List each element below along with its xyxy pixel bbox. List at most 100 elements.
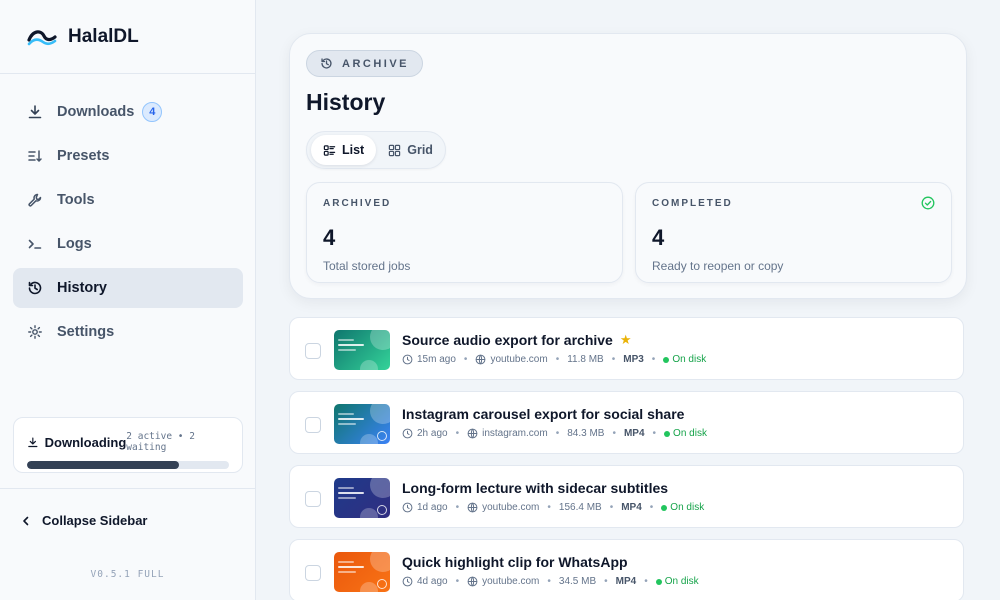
stat-value: 4 xyxy=(323,225,336,250)
job-time: 4d ago xyxy=(417,576,448,587)
gear-icon xyxy=(27,324,43,340)
sidebar-item-tools[interactable]: Tools xyxy=(13,180,243,220)
terminal-icon xyxy=(27,236,43,252)
view-grid-button[interactable]: Grid xyxy=(376,135,445,165)
globe-icon xyxy=(467,576,478,587)
job-source: instagram.com xyxy=(482,428,548,439)
job-title: Instagram carousel export for social sha… xyxy=(402,406,684,422)
job-size: 156.4 MB xyxy=(558,502,602,513)
sidebar-item-label: History xyxy=(57,280,107,296)
job-select-checkbox[interactable] xyxy=(305,417,321,433)
job-row[interactable]: Instagram carousel export for social sha… xyxy=(289,391,964,454)
job-title-text: Source audio export for archive xyxy=(402,332,613,348)
preset-list-icon xyxy=(27,148,43,164)
globe-icon xyxy=(476,354,486,365)
stat-label: ARCHIVED xyxy=(323,198,392,209)
job-format: MP3 xyxy=(623,354,644,365)
job-format: MP4 xyxy=(623,428,645,439)
job-size: 84.3 MB xyxy=(567,428,605,439)
job-time: 15m ago xyxy=(417,354,456,365)
grid-view-icon xyxy=(389,144,401,156)
sidebar-item-label: Presets xyxy=(57,148,110,164)
page-title: History xyxy=(306,89,386,115)
downloading-label: Downloading xyxy=(44,434,127,450)
sidebar-item-label: Settings xyxy=(57,324,115,340)
job-time: 1d ago xyxy=(417,502,448,513)
wave-logo-icon xyxy=(27,29,57,45)
job-metadata: 2h ago • instagram.com • 84.3 MB • MP4 • On disk xyxy=(402,428,707,439)
chevron-left-icon xyxy=(23,516,29,525)
download-icon xyxy=(28,437,38,447)
job-metadata: 15m ago • youtube.com • 11.8 MB • MP3 • On disk xyxy=(402,354,706,365)
job-format: MP4 xyxy=(621,502,642,513)
stat-label: COMPLETED xyxy=(652,198,733,209)
clock-icon xyxy=(402,576,413,587)
globe-icon xyxy=(467,502,478,513)
job-status: On disk xyxy=(661,502,704,513)
job-time: 2h ago xyxy=(417,428,448,439)
job-metadata: 4d ago • youtube.com • 34.5 MB • MP4 • On disk xyxy=(402,576,699,587)
sidebar: HalalDL Downloads 4 Presets Tools Logs H… xyxy=(0,0,256,600)
job-row[interactable]: Source audio export for archive ★ 15m ago •… xyxy=(289,317,964,380)
job-row[interactable]: Long-form lecture with sidecar subtitles… xyxy=(289,465,964,528)
app-name: HalalDL xyxy=(68,25,139,47)
job-format: MP4 xyxy=(615,576,637,587)
job-title-text: Long-form lecture with sidecar subtitles xyxy=(402,480,669,496)
history-icon xyxy=(27,280,43,296)
collapse-sidebar-button[interactable]: Collapse Sidebar xyxy=(0,488,255,552)
job-select-checkbox[interactable] xyxy=(305,565,321,581)
view-list-button[interactable]: List xyxy=(311,135,377,165)
job-source: youtube.com xyxy=(482,502,540,513)
completed-indicator-icon xyxy=(377,431,387,441)
brand[interactable]: HalalDL xyxy=(0,0,255,74)
job-size: 11.8 MB xyxy=(567,354,604,365)
job-title: Source audio export for archive ★ xyxy=(402,332,632,348)
download-progress-fill xyxy=(27,461,179,469)
view-mode-toggle: List Grid xyxy=(306,131,446,169)
archive-eyebrow: ARCHIVE xyxy=(306,50,424,77)
stat-card-completed: COMPLETED 4 Ready to reopen or copy xyxy=(635,182,952,283)
history-icon xyxy=(321,58,332,69)
globe-icon xyxy=(467,428,478,439)
sidebar-item-label: Downloads xyxy=(57,104,135,120)
sidebar-item-downloads[interactable]: Downloads 4 xyxy=(13,92,243,132)
job-thumbnail xyxy=(334,404,390,444)
job-thumbnail xyxy=(334,552,390,592)
wrench-icon xyxy=(27,192,43,208)
job-title-text: Instagram carousel export for social sha… xyxy=(402,406,685,422)
download-icon xyxy=(27,104,43,120)
view-list-label: List xyxy=(342,143,365,157)
job-thumbnail xyxy=(334,330,390,370)
sidebar-item-settings[interactable]: Settings xyxy=(13,312,243,352)
job-source: youtube.com xyxy=(490,354,548,365)
eyebrow-label: ARCHIVE xyxy=(342,57,410,70)
sidebar-item-presets[interactable]: Presets xyxy=(13,136,243,176)
job-thumbnail xyxy=(334,478,390,518)
check-circle-icon xyxy=(921,196,935,210)
clock-icon xyxy=(402,354,413,365)
clock-icon xyxy=(402,502,413,513)
downloading-status-card[interactable]: Downloading 2 active • 2 waiting xyxy=(13,417,243,473)
job-title-text: Quick highlight clip for WhatsApp xyxy=(402,554,628,570)
job-status: On disk xyxy=(664,428,707,439)
job-select-checkbox[interactable] xyxy=(305,343,321,359)
sidebar-item-history[interactable]: History xyxy=(13,268,243,308)
download-progress-bar xyxy=(27,461,229,469)
clock-icon xyxy=(402,428,413,439)
sidebar-item-logs[interactable]: Logs xyxy=(13,224,243,264)
job-row[interactable]: Quick highlight clip for WhatsApp 4d ago •… xyxy=(289,539,964,600)
job-source: youtube.com xyxy=(482,576,540,587)
stat-caption: Ready to reopen or copy xyxy=(652,259,784,273)
collapse-sidebar-label: Collapse Sidebar xyxy=(42,513,148,528)
job-status: On disk xyxy=(656,576,699,587)
job-select-checkbox[interactable] xyxy=(305,491,321,507)
star-icon[interactable]: ★ xyxy=(620,332,632,348)
sidebar-nav: Downloads 4 Presets Tools Logs History S… xyxy=(13,92,243,356)
completed-indicator-icon xyxy=(377,579,387,589)
job-metadata: 1d ago • youtube.com • 156.4 MB • MP4 • On disk xyxy=(402,502,704,513)
stat-caption: Total stored jobs xyxy=(323,259,411,273)
history-header-card: ARCHIVE History List Grid ARCHIVED 4 Tot… xyxy=(289,33,967,299)
job-title: Long-form lecture with sidecar subtitles xyxy=(402,480,668,496)
job-size: 34.5 MB xyxy=(558,576,597,587)
stat-card-archived: ARCHIVED 4 Total stored jobs xyxy=(306,182,623,283)
